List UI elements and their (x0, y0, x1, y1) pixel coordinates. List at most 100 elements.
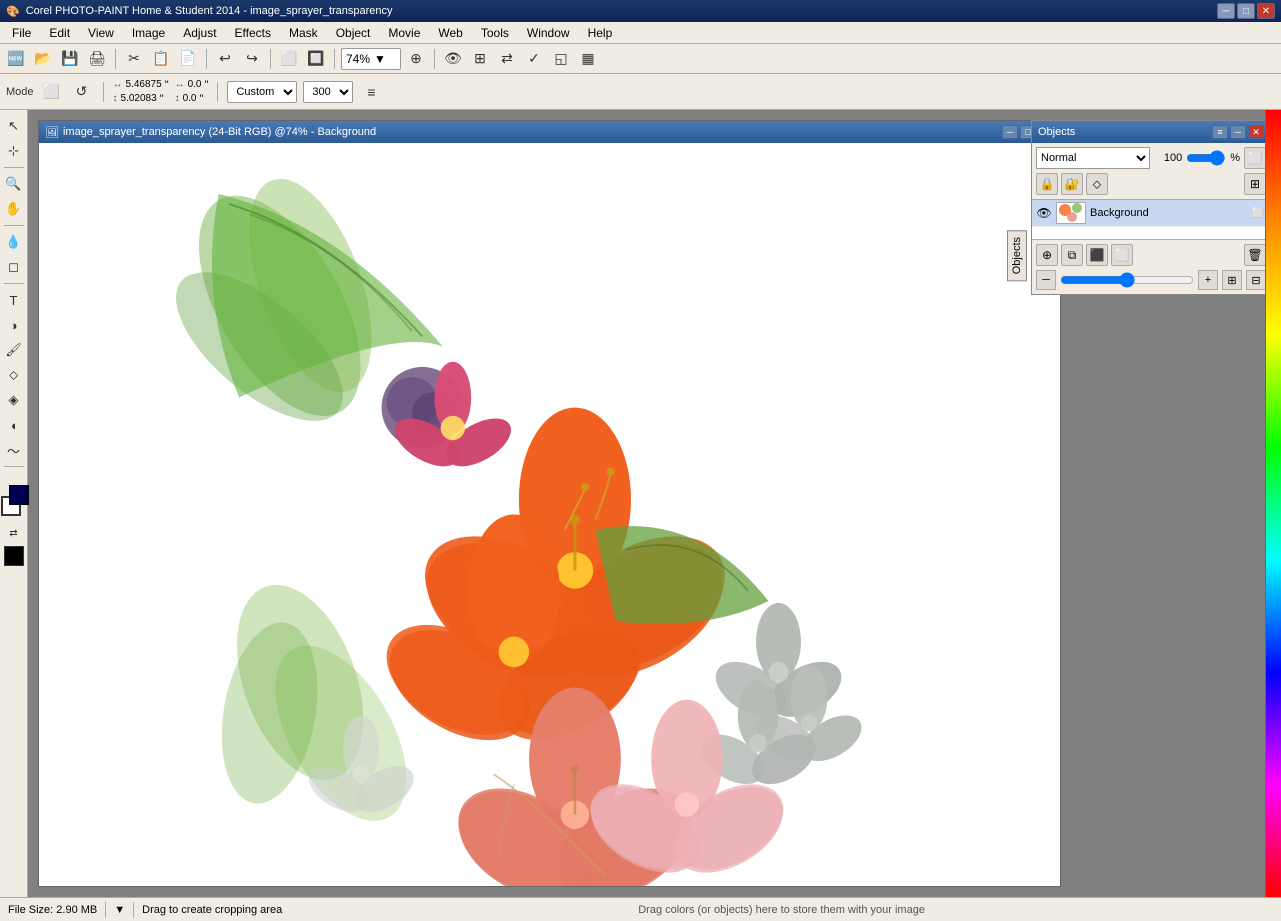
dodge-tool[interactable]: ◖ (2, 413, 26, 437)
select-btn[interactable]: ⬜ (277, 47, 301, 71)
maximize-button[interactable]: □ (1237, 3, 1255, 19)
redo-button[interactable]: ↪ (240, 47, 264, 71)
cut-button[interactable]: ✂ (122, 47, 146, 71)
zoom-dropdown-icon[interactable]: ▼ (374, 52, 386, 66)
menu-adjust[interactable]: Adjust (175, 24, 224, 42)
open-button[interactable]: 📂 (31, 47, 55, 71)
duplicate-layer-btn[interactable]: ⧉ (1061, 244, 1083, 266)
obj-minimize-btn[interactable]: ─ (1230, 125, 1246, 139)
undo-button[interactable]: ↩ (213, 47, 237, 71)
new-button[interactable]: 🆕 (4, 47, 28, 71)
swap-button[interactable]: ⇄ (495, 47, 519, 71)
group-layer-btn[interactable]: ⬛ (1086, 244, 1108, 266)
black-swatch[interactable] (4, 546, 24, 566)
menu-edit[interactable]: Edit (41, 24, 78, 42)
size-options-btn[interactable]: ≡ (359, 80, 383, 104)
layer-visibility-icon[interactable]: 👁 (1036, 205, 1052, 221)
grid-button[interactable]: ⊞ (468, 47, 492, 71)
size-select[interactable]: 300 100 200 400 (303, 81, 353, 103)
zoom-to-fit[interactable]: ⊕ (404, 47, 428, 71)
objects-panel: Objects ≡ ─ ✕ Normal Multiply Screen Ove… (1031, 120, 1271, 295)
mask-btn[interactable]: 🔲 (304, 47, 328, 71)
preset-select[interactable]: Custom Small Medium Large (227, 81, 297, 103)
menu-file[interactable]: File (4, 24, 39, 42)
obj-close-btn[interactable]: ✕ (1248, 125, 1264, 139)
lock-transparency-btn[interactable]: 🔒 (1036, 173, 1058, 195)
menu-effects[interactable]: Effects (227, 24, 279, 42)
text-tool[interactable]: T (2, 288, 26, 312)
paste-button[interactable]: 📄 (176, 47, 200, 71)
zoom-tool[interactable]: 🔍 (2, 172, 26, 196)
delete-layer-btn[interactable]: 🗑 (1244, 244, 1266, 266)
heal-tool[interactable]: ◈ (2, 388, 26, 412)
lock-row: 🔒 🔐 ⬦ ⊞ (1036, 173, 1266, 195)
opacity-unit: % (1230, 152, 1240, 164)
mode-refresh-btn[interactable]: ↺ (70, 80, 94, 104)
swap-colors-btn[interactable]: ⇄ (2, 521, 26, 545)
coord-block-2: ↔ 0.0 " ↕ 0.0 " (175, 79, 209, 105)
w-coord-icon: ↔ (175, 79, 185, 90)
new-layer-btn[interactable]: ⊕ (1036, 244, 1058, 266)
layer-name: Background (1090, 207, 1246, 219)
zoom-slider[interactable] (1060, 272, 1194, 288)
color-strip[interactable] (1265, 110, 1281, 897)
stamp-tool[interactable]: ⬦ (2, 363, 26, 387)
obj-extra-btn[interactable]: ⊞ (1244, 173, 1266, 195)
print-button[interactable]: 🖨 (85, 47, 109, 71)
overlay-button[interactable]: ◱ (549, 47, 573, 71)
drag-msg: Drag colors (or objects) here to store t… (638, 904, 925, 916)
select-tool[interactable]: ↖ (2, 114, 26, 138)
close-button[interactable]: ✕ (1257, 3, 1275, 19)
h-coord-icon: ↕ (175, 93, 180, 104)
menu-tools[interactable]: Tools (473, 24, 517, 42)
layer-meta-btn[interactable]: ⬜ (1250, 205, 1266, 221)
smear-tool[interactable]: 〜 (2, 438, 26, 462)
foreground-swatch[interactable] (9, 485, 29, 505)
menu-image[interactable]: Image (124, 24, 173, 42)
blend-tool[interactable]: ◑ (2, 313, 26, 337)
menu-object[interactable]: Object (328, 24, 379, 42)
eraser-tool[interactable]: ◻ (2, 255, 26, 279)
doc-icon: 🖼 (45, 126, 59, 139)
left-toolbar: ↖ ⊹ 🔍 ✋ 💧 ◻ T ◑ 🖌 ⬦ ◈ ◖ 〜 ⇄ (0, 110, 28, 897)
layer-background[interactable]: 👁 Background ⬜ (1032, 200, 1270, 227)
save-button[interactable]: 💾 (58, 47, 82, 71)
ungroup-layer-btn[interactable]: ⬜ (1111, 244, 1133, 266)
x-unit: " (165, 79, 169, 91)
menu-web[interactable]: Web (430, 24, 470, 42)
apply-button[interactable]: ✓ (522, 47, 546, 71)
document-window: 🖼 image_sprayer_transparency (24-Bit RGB… (38, 120, 1061, 887)
menu-movie[interactable]: Movie (380, 24, 428, 42)
status-msg: Drag to create cropping area (142, 904, 282, 916)
mode-select-btn[interactable]: ⬜ (40, 80, 64, 104)
crop-tool[interactable]: ⊹ (2, 139, 26, 163)
zoom-alt-btn[interactable]: ⊟ (1246, 270, 1266, 290)
objects-side-tab[interactable]: Objects (1007, 230, 1027, 281)
pan-tool[interactable]: ✋ (2, 197, 26, 221)
menu-help[interactable]: Help (580, 24, 621, 42)
menu-mask[interactable]: Mask (281, 24, 326, 42)
lock-move-btn[interactable]: ⬦ (1086, 173, 1108, 195)
layer-thumbnail (1056, 202, 1086, 224)
w-unit: " (205, 79, 209, 91)
blend-mode-select[interactable]: Normal Multiply Screen Overlay (1036, 147, 1150, 169)
menu-window[interactable]: Window (519, 24, 578, 42)
zoom-fit-btn[interactable]: ⊞ (1222, 270, 1242, 290)
zoom-in-btn[interactable]: + (1198, 270, 1218, 290)
brush-tool[interactable]: 🖌 (2, 338, 26, 362)
minimize-button[interactable]: ─ (1217, 3, 1235, 19)
eyedropper-tool[interactable]: 💧 (2, 230, 26, 254)
copy-button[interactable]: 📋 (149, 47, 173, 71)
fill-button[interactable]: ▦ (576, 47, 600, 71)
app-icon: 🎨 (6, 5, 20, 18)
menu-view[interactable]: View (80, 24, 122, 42)
doc-minimize-btn[interactable]: ─ (1002, 125, 1018, 139)
color-area (4, 477, 24, 520)
eye-button[interactable]: 👁 (441, 47, 465, 71)
obj-menu-btn[interactable]: ≡ (1212, 125, 1228, 139)
obj-btn-extra[interactable]: ⬜ (1244, 147, 1266, 169)
lock-all-btn[interactable]: 🔐 (1061, 173, 1083, 195)
opacity-slider[interactable] (1186, 150, 1226, 166)
status-dropdown-btn[interactable]: ▼ (114, 904, 125, 916)
zoom-out-btn[interactable]: ─ (1036, 270, 1056, 290)
